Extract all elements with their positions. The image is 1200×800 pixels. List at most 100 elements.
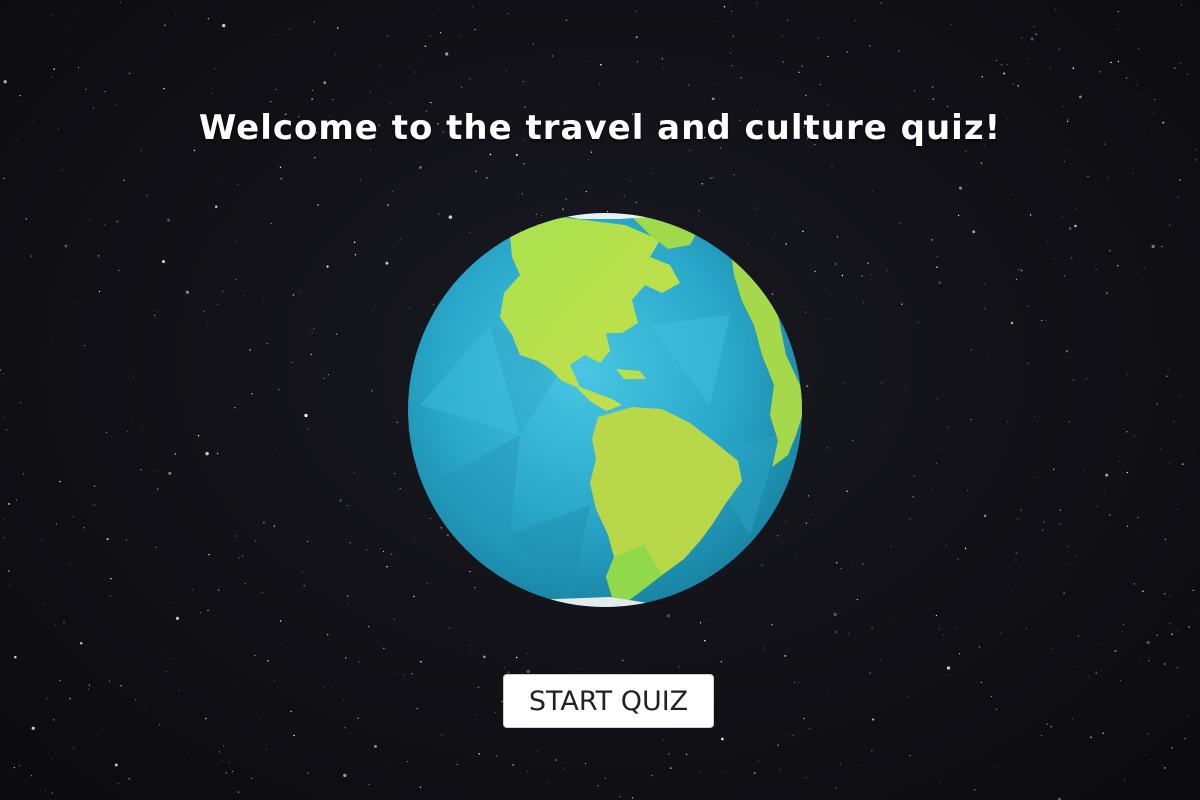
star [381, 84, 382, 85]
star [225, 772, 228, 774]
star [313, 73, 314, 74]
star [1125, 77, 1128, 79]
star [140, 469, 142, 471]
star [833, 612, 837, 617]
star [231, 770, 234, 773]
star [106, 538, 109, 541]
star [701, 182, 704, 185]
star [118, 269, 120, 272]
star [385, 261, 389, 265]
star [97, 255, 100, 257]
star [1192, 589, 1194, 592]
star [984, 514, 987, 517]
star [335, 53, 337, 55]
star [1030, 37, 1034, 41]
star [934, 370, 936, 372]
star [217, 182, 219, 184]
star [303, 584, 305, 587]
star [804, 94, 807, 97]
star [203, 310, 205, 312]
star [217, 303, 219, 305]
star [1177, 629, 1179, 631]
star [2, 518, 4, 520]
star [44, 789, 46, 791]
star [336, 27, 339, 29]
star [312, 89, 314, 91]
star [1117, 60, 1120, 63]
star [469, 78, 471, 80]
star [237, 183, 239, 185]
star [811, 513, 813, 515]
star [1161, 765, 1163, 766]
star [278, 388, 280, 390]
start-quiz-button[interactable]: START QUIZ [503, 674, 714, 728]
star [307, 772, 309, 774]
star [332, 98, 334, 100]
star [871, 718, 875, 721]
star [237, 791, 240, 793]
star [629, 634, 631, 635]
star [156, 311, 158, 312]
star [1075, 208, 1077, 210]
star [154, 314, 156, 316]
star [1142, 590, 1144, 592]
star [140, 150, 142, 152]
star [313, 21, 316, 23]
star [867, 262, 869, 264]
star [69, 698, 71, 700]
star [946, 666, 951, 670]
star [662, 739, 664, 741]
star [1167, 369, 1169, 371]
star [801, 65, 803, 68]
star [1130, 234, 1132, 236]
star [323, 686, 325, 688]
star [235, 535, 237, 537]
star [414, 71, 416, 73]
star [390, 102, 392, 104]
star [386, 566, 388, 568]
star [89, 219, 91, 220]
star [391, 247, 393, 249]
star [931, 86, 934, 88]
star [369, 149, 372, 151]
star [532, 43, 534, 45]
star [174, 453, 176, 455]
star [730, 10, 733, 12]
star [1143, 278, 1145, 279]
star [730, 52, 731, 54]
star [546, 781, 548, 783]
star [379, 64, 381, 66]
star [156, 488, 159, 490]
star [307, 428, 309, 430]
star [1017, 518, 1019, 520]
star [635, 201, 637, 203]
star [406, 761, 408, 762]
star [142, 428, 143, 430]
star [936, 266, 938, 268]
star [1083, 469, 1085, 471]
star [987, 64, 989, 66]
star [814, 270, 816, 273]
star [212, 92, 214, 94]
star [279, 166, 282, 168]
star [193, 149, 196, 152]
star [424, 45, 427, 48]
star [711, 97, 715, 101]
star [856, 598, 858, 601]
star [555, 759, 557, 761]
star [292, 294, 295, 296]
star [1059, 509, 1062, 511]
star [1113, 228, 1114, 230]
star [228, 303, 230, 305]
star [131, 419, 133, 421]
star [932, 488, 934, 490]
star [1018, 268, 1020, 271]
star [293, 734, 295, 737]
star [1180, 4, 1182, 6]
star [984, 295, 985, 296]
star [957, 214, 960, 217]
star [1034, 477, 1036, 478]
star [216, 452, 219, 455]
star [236, 682, 238, 684]
star [974, 789, 976, 791]
